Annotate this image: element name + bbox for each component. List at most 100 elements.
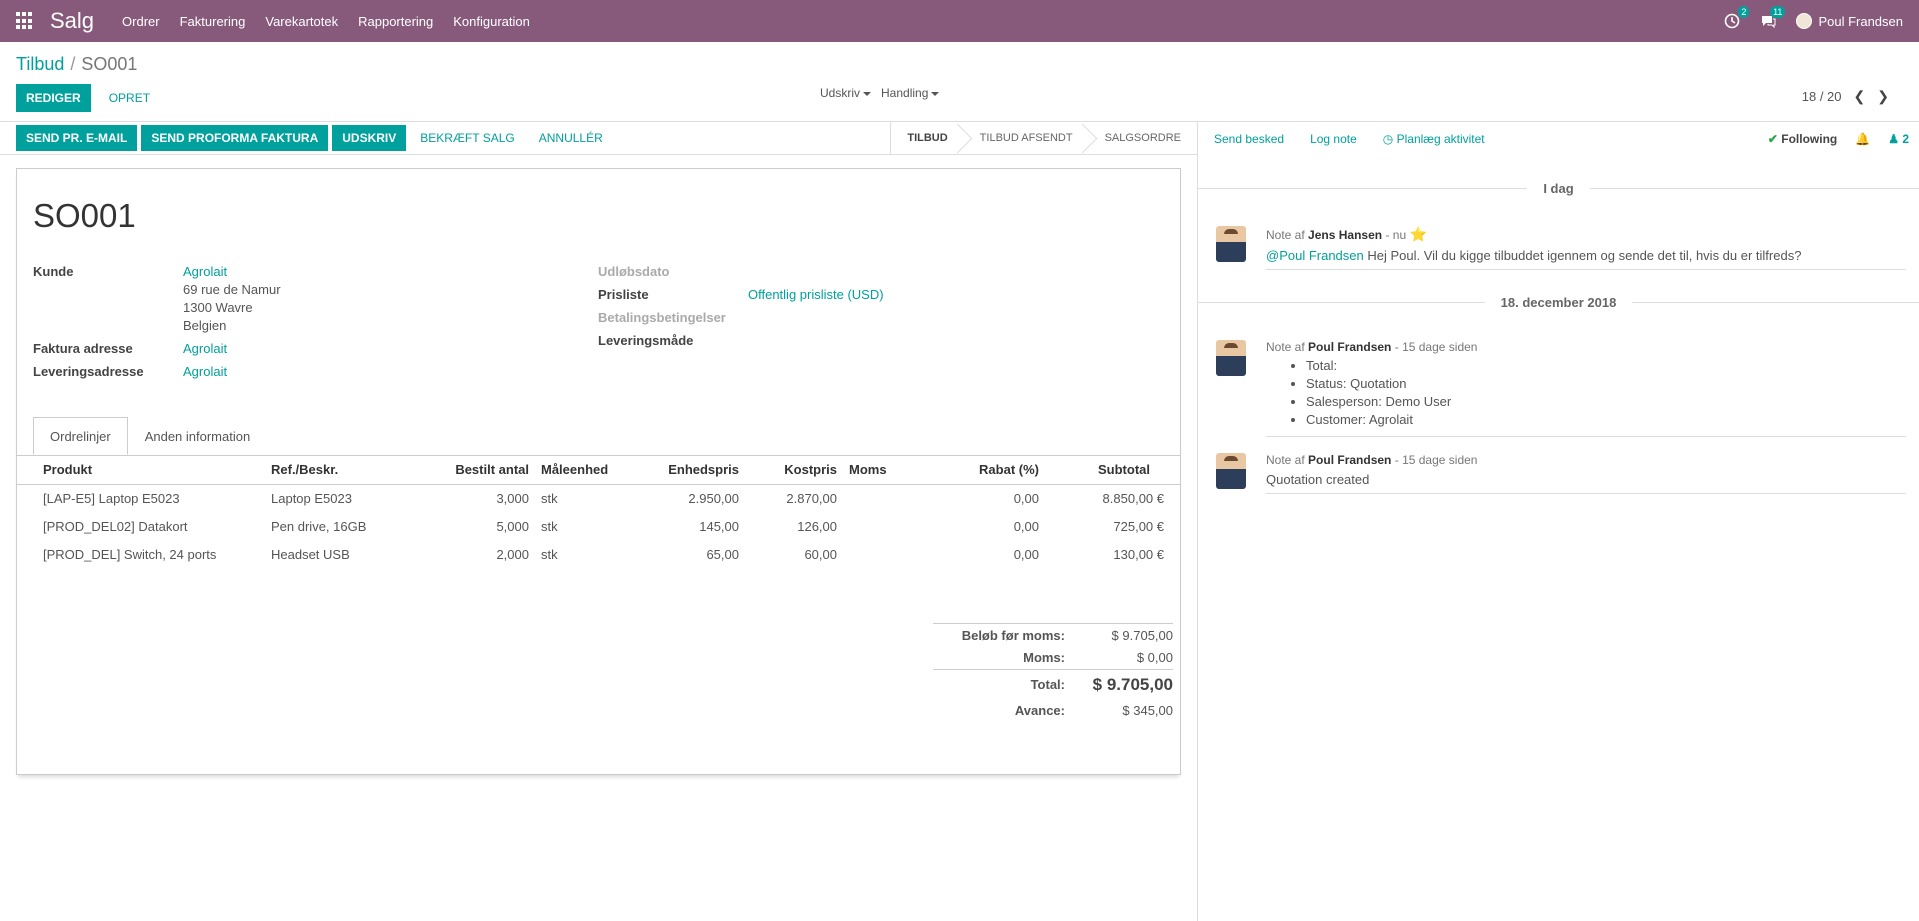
- table-row[interactable]: [PROD_DEL] Switch, 24 ports Headset USB …: [17, 540, 1180, 568]
- schedule-activity-button[interactable]: ◷ Planlæg aktivitet: [1383, 132, 1485, 146]
- send-proforma-button[interactable]: SEND PROFORMA FAKTURA: [141, 125, 329, 151]
- stage-quotation[interactable]: TILBUD: [891, 122, 963, 155]
- customer-address-line: 1300 Wavre: [183, 300, 253, 315]
- order-name: SO001: [33, 197, 136, 234]
- menu-ordrer[interactable]: Ordrer: [122, 14, 160, 29]
- apps-menu-icon[interactable]: [16, 12, 34, 30]
- cell-product: [PROD_DEL] Switch, 24 ports: [43, 546, 217, 562]
- app-name[interactable]: Salg: [50, 8, 94, 34]
- message-date: - 15 dage siden: [1394, 340, 1478, 354]
- invoice-address-label: Faktura adresse: [33, 341, 133, 356]
- table-row[interactable]: [LAP-E5] Laptop E5023 Laptop E5023 3,000…: [17, 484, 1180, 512]
- column-header[interactable]: Bestilt antal: [425, 456, 535, 485]
- cell-unit-price: 65,00: [706, 546, 739, 562]
- date-separator-label: 18. december 2018: [1484, 294, 1633, 310]
- avatar[interactable]: [1216, 453, 1246, 489]
- message-prefix: Note af: [1266, 340, 1305, 354]
- pager-value[interactable]: 18 / 20: [1802, 89, 1842, 104]
- margin-row: Avance: $ 345,00: [933, 699, 1173, 722]
- menu-fakturering[interactable]: Fakturering: [180, 14, 246, 29]
- menu-varekartotek[interactable]: Varekartotek: [265, 14, 338, 29]
- message-date: - nu: [1385, 228, 1407, 242]
- menu-konfiguration[interactable]: Konfiguration: [453, 14, 530, 29]
- untaxed-amount: $ 9.705,00: [1111, 627, 1173, 643]
- untaxed-row: Beløb før moms: $ 9.705,00: [933, 623, 1173, 646]
- invoice-address-link[interactable]: Agrolait: [183, 341, 227, 356]
- cell-description: Laptop E5023: [271, 490, 352, 506]
- send-email-button[interactable]: SEND PR. E-MAIL: [16, 125, 138, 151]
- messages-icon[interactable]: 11: [1760, 6, 1786, 29]
- date-separator: I dag: [1198, 178, 1919, 198]
- list-item: Customer: Agrolait: [1306, 412, 1906, 430]
- date-separator-label: I dag: [1527, 180, 1590, 196]
- total-label: Total:: [1030, 677, 1065, 692]
- stage-sales-order[interactable]: SALGSORDRE: [1089, 122, 1197, 155]
- form-buttons: REDIGER OPRET: [16, 84, 160, 112]
- margin-amount: $ 345,00: [1122, 703, 1173, 718]
- bell-icon[interactable]: 🔔: [1855, 132, 1870, 146]
- column-header[interactable]: Rabat (%): [915, 456, 1045, 485]
- schedule-activity-label: Planlæg aktivitet: [1396, 131, 1485, 146]
- column-header[interactable]: Kostpris: [745, 456, 843, 485]
- menu-rapportering[interactable]: Rapportering: [358, 14, 433, 29]
- cell-discount: 0,00: [1013, 518, 1039, 534]
- column-header[interactable]: Måleenhed: [535, 456, 635, 485]
- column-header[interactable]: Subtotal: [1045, 456, 1180, 485]
- log-note-button[interactable]: Log note: [1310, 132, 1357, 146]
- following-button[interactable]: ✔ Following: [1768, 132, 1837, 146]
- tab-other-info[interactable]: Anden information: [128, 417, 268, 455]
- delivery-method-label: Leveringsmåde: [598, 333, 694, 348]
- pricelist-link[interactable]: Offentlig prisliste (USD): [748, 287, 884, 302]
- message-text: Hej Poul. Vil du kigge tilbuddet igennem…: [1363, 248, 1802, 263]
- chevron-left-icon[interactable]: ❮: [1854, 88, 1866, 105]
- cell-uom: stk: [541, 490, 558, 506]
- edit-button[interactable]: REDIGER: [16, 84, 91, 112]
- star-icon[interactable]: ⭐: [1409, 226, 1426, 242]
- column-header[interactable]: Moms: [843, 456, 915, 485]
- message-author[interactable]: Jens Hansen: [1308, 228, 1382, 242]
- avatar: [1796, 13, 1813, 29]
- expiry-date-label: Udløbsdato: [598, 264, 670, 279]
- user-name: Poul Frandsen: [1818, 13, 1903, 29]
- table-row[interactable]: [PROD_DEL02] Datakort Pen drive, 16GB 5,…: [17, 512, 1180, 540]
- create-button[interactable]: OPRET: [99, 84, 160, 112]
- message-author[interactable]: Poul Frandsen: [1308, 340, 1391, 354]
- notebook-tabs: Ordrelinjer Anden information: [33, 417, 267, 455]
- cell-unit-price: 2.950,00: [688, 490, 739, 506]
- delivery-address-link[interactable]: Agrolait: [183, 364, 227, 379]
- cell-tax: [843, 484, 915, 512]
- customer-link[interactable]: Agrolait: [183, 264, 227, 279]
- tab-order-lines[interactable]: Ordrelinjer: [33, 417, 128, 455]
- cell-unit-price: 145,00: [699, 518, 739, 534]
- avatar[interactable]: [1216, 340, 1246, 376]
- print-dropdown[interactable]: Udskriv: [820, 86, 872, 100]
- column-header[interactable]: Ref./Beskr.: [265, 456, 425, 485]
- payment-terms-label: Betalingsbetingelser: [598, 310, 726, 325]
- message-body: @Poul Frandsen Hej Poul. Vil du kigge ti…: [1266, 248, 1906, 263]
- user-icon: ♟: [1888, 131, 1903, 146]
- cancel-button[interactable]: ANNULLÉR: [529, 124, 613, 152]
- cell-cost: 60,00: [804, 546, 837, 562]
- stage-quotation-sent[interactable]: TILBUD AFSENDT: [964, 122, 1089, 155]
- print-button[interactable]: UDSKRIV: [332, 125, 407, 151]
- column-header[interactable]: Enhedspris: [635, 456, 745, 485]
- breadcrumb-parent[interactable]: Tilbud: [16, 54, 64, 74]
- message-text: Quotation created: [1266, 472, 1370, 487]
- breadcrumb-separator: /: [70, 54, 76, 74]
- confirm-sale-button[interactable]: BEKRÆFT SALG: [410, 124, 524, 152]
- avatar[interactable]: [1216, 226, 1246, 262]
- mention-link[interactable]: @Poul Frandsen: [1266, 248, 1364, 263]
- user-menu[interactable]: Poul Frandsen: [1796, 13, 1903, 29]
- list-item: Salesperson: Demo User: [1306, 394, 1906, 412]
- chevron-right-icon[interactable]: ❯: [1877, 88, 1889, 105]
- chatter: Send besked Log note ◷ Planlæg aktivitet…: [1198, 122, 1919, 921]
- action-dropdown[interactable]: Handling: [881, 86, 940, 100]
- send-message-button[interactable]: Send besked: [1214, 132, 1284, 146]
- column-header[interactable]: Produkt: [17, 456, 265, 485]
- cell-quantity: 2,000: [496, 546, 529, 562]
- followers-button[interactable]: ♟ 2: [1888, 132, 1909, 146]
- message-author[interactable]: Poul Frandsen: [1308, 453, 1391, 467]
- list-item: Total:: [1306, 358, 1906, 376]
- cell-subtotal: 130,00 €: [1113, 546, 1164, 562]
- activity-clock-icon[interactable]: 2: [1724, 6, 1750, 29]
